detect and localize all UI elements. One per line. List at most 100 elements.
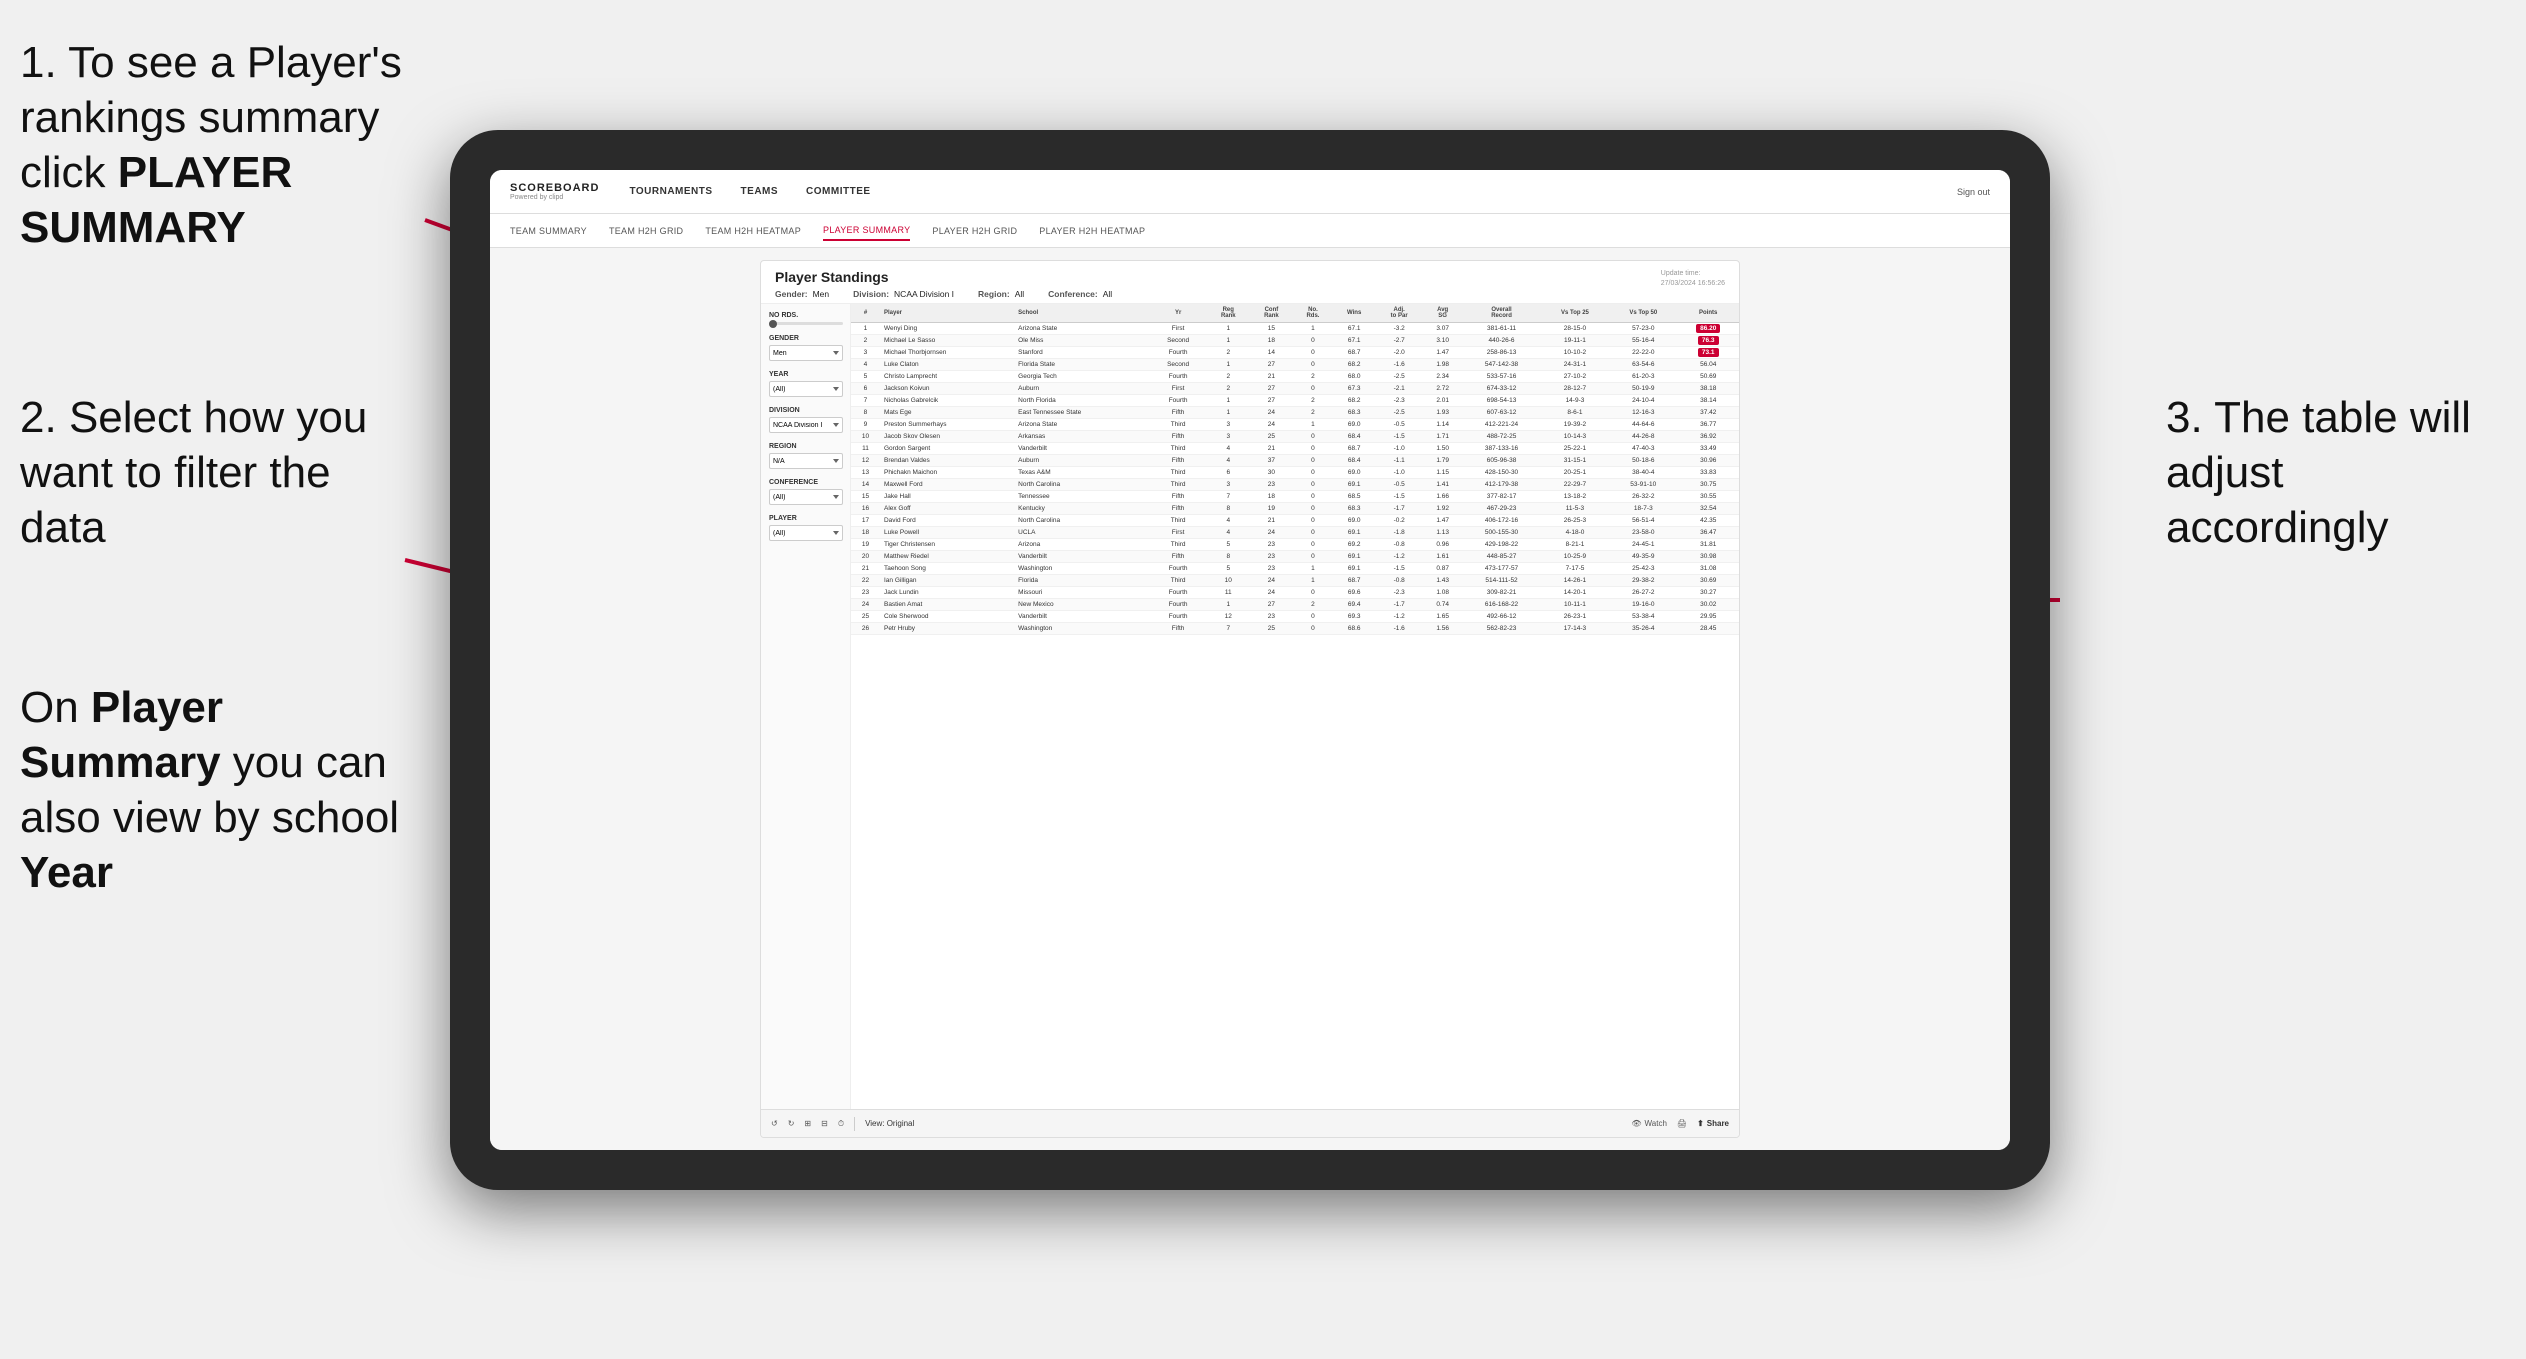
print-btn[interactable]: 🖨 bbox=[1677, 1119, 1687, 1128]
cell-conf-rank: 18 bbox=[1250, 491, 1293, 503]
cell-reg-rank: 3 bbox=[1207, 419, 1250, 431]
nav-item-tournaments[interactable]: TOURNAMENTS bbox=[629, 182, 712, 201]
sub-nav-team-summary[interactable]: TEAM SUMMARY bbox=[510, 222, 587, 240]
col-player: Player bbox=[880, 304, 1014, 323]
cell-reg-rank: 1 bbox=[1207, 359, 1250, 371]
cell-yr: Fourth bbox=[1150, 587, 1207, 599]
update-time: Update time: 27/03/2024 16:56:26 bbox=[1661, 269, 1725, 289]
sub-nav-team-h2h-grid[interactable]: TEAM H2H GRID bbox=[609, 222, 683, 240]
col-no-rds: No.Rds. bbox=[1293, 304, 1333, 323]
cell-reg-rank: 5 bbox=[1207, 563, 1250, 575]
cell-vs50: 26-27-2 bbox=[1609, 587, 1677, 599]
cell-wins: 69.1 bbox=[1333, 479, 1375, 491]
cell-vs50: 35-26-4 bbox=[1609, 623, 1677, 635]
cell-rank: 9 bbox=[851, 419, 880, 431]
cell-vs25: 8-6-1 bbox=[1541, 407, 1609, 419]
filter-conference: Conference: All bbox=[1048, 289, 1112, 299]
cell-vs50: 24-10-4 bbox=[1609, 395, 1677, 407]
filter-division: Division: NCAA Division I bbox=[853, 289, 954, 299]
watch-btn[interactable]: 👁 Watch bbox=[1631, 1119, 1667, 1128]
annotation-number-1: 1. bbox=[20, 38, 57, 87]
cell-school: Tennessee bbox=[1014, 491, 1149, 503]
year-select[interactable]: (All) First Second Third Fourth Fifth bbox=[769, 381, 843, 397]
cell-player: Petr Hruby bbox=[880, 623, 1014, 635]
cell-rank: 15 bbox=[851, 491, 880, 503]
cell-wins: 69.3 bbox=[1333, 611, 1375, 623]
cell-vs25: 14-20-1 bbox=[1541, 587, 1609, 599]
annotation-bold-year: Year bbox=[20, 848, 113, 897]
cell-vs25: 10-11-1 bbox=[1541, 599, 1609, 611]
cell-yr: Fourth bbox=[1150, 599, 1207, 611]
cell-rds: 0 bbox=[1293, 443, 1333, 455]
cell-wins: 69.0 bbox=[1333, 467, 1375, 479]
cell-adj: -1.5 bbox=[1375, 431, 1423, 443]
cell-vs50: 56-51-4 bbox=[1609, 515, 1677, 527]
cell-adj: -2.1 bbox=[1375, 383, 1423, 395]
nav-sign-out[interactable]: Sign out bbox=[1957, 187, 1990, 197]
cell-rank: 7 bbox=[851, 395, 880, 407]
cell-overall: 467-29-23 bbox=[1462, 503, 1541, 515]
cell-wins: 68.2 bbox=[1333, 359, 1375, 371]
cell-school: New Mexico bbox=[1014, 599, 1149, 611]
cell-reg-rank: 7 bbox=[1207, 491, 1250, 503]
cell-school: Arkansas bbox=[1014, 431, 1149, 443]
clock-btn[interactable]: ⏱ bbox=[838, 1119, 844, 1129]
cell-conf-rank: 30 bbox=[1250, 467, 1293, 479]
cell-yr: Second bbox=[1150, 335, 1207, 347]
cell-avg-sg: 1.92 bbox=[1423, 503, 1462, 515]
cell-avg-sg: 3.10 bbox=[1423, 335, 1462, 347]
cell-wins: 68.7 bbox=[1333, 575, 1375, 587]
redo-btn[interactable]: ↻ bbox=[788, 1119, 795, 1128]
cell-overall: 258-86-13 bbox=[1462, 347, 1541, 359]
player-select[interactable]: (All) bbox=[769, 525, 843, 541]
table-row: 7 Nicholas Gabrelcik North Florida Fourt… bbox=[851, 395, 1739, 407]
nav-item-teams[interactable]: TEAMS bbox=[741, 182, 779, 201]
nav-item-committee[interactable]: COMMITTEE bbox=[806, 182, 871, 201]
paste-btn[interactable]: ⊟ bbox=[821, 1119, 828, 1128]
cell-points: 31.08 bbox=[1677, 563, 1739, 575]
division-select[interactable]: NCAA Division I NCAA Division II NCAA Di… bbox=[769, 417, 843, 433]
cell-overall: 473-177-57 bbox=[1462, 563, 1541, 575]
cell-player: Wenyi Ding bbox=[880, 323, 1014, 335]
sub-nav-player-h2h-heatmap[interactable]: PLAYER H2H HEATMAP bbox=[1039, 222, 1145, 240]
no-rds-slider[interactable] bbox=[769, 322, 843, 325]
view-label[interactable]: View: Original bbox=[865, 1119, 914, 1128]
cell-vs25: 14-26-1 bbox=[1541, 575, 1609, 587]
cell-vs25: 8-21-1 bbox=[1541, 539, 1609, 551]
conference-select[interactable]: (All) bbox=[769, 489, 843, 505]
cell-points: 30.96 bbox=[1677, 455, 1739, 467]
cell-adj: -1.5 bbox=[1375, 563, 1423, 575]
cell-avg-sg: 3.07 bbox=[1423, 323, 1462, 335]
filter-conference-label: Conference: bbox=[1048, 289, 1098, 299]
cell-overall: 428-150-30 bbox=[1462, 467, 1541, 479]
cell-vs50: 47-40-3 bbox=[1609, 443, 1677, 455]
cell-adj: -1.8 bbox=[1375, 527, 1423, 539]
table-row: 5 Christo Lamprecht Georgia Tech Fourth … bbox=[851, 371, 1739, 383]
cell-rank: 13 bbox=[851, 467, 880, 479]
standings-card: Player Standings Gender: Men Division: N… bbox=[760, 260, 1740, 1138]
cell-player: Alex Goff bbox=[880, 503, 1014, 515]
sub-nav-player-h2h-grid[interactable]: PLAYER H2H GRID bbox=[932, 222, 1017, 240]
table-row: 4 Luke Claton Florida State Second 1 27 … bbox=[851, 359, 1739, 371]
cell-reg-rank: 4 bbox=[1207, 443, 1250, 455]
cell-school: Kentucky bbox=[1014, 503, 1149, 515]
cell-player: Tiger Christensen bbox=[880, 539, 1014, 551]
gender-label: Gender bbox=[769, 335, 842, 342]
cell-overall: 514-111-52 bbox=[1462, 575, 1541, 587]
share-btn[interactable]: ⬆ Share bbox=[1697, 1119, 1729, 1128]
gender-select[interactable]: Men Women bbox=[769, 345, 843, 361]
cell-overall: 607-63-12 bbox=[1462, 407, 1541, 419]
cell-yr: Fourth bbox=[1150, 563, 1207, 575]
copy-btn[interactable]: ⊞ bbox=[804, 1119, 811, 1128]
region-select[interactable]: N/A All bbox=[769, 453, 843, 469]
nav-right: Sign out bbox=[1957, 187, 1990, 197]
cell-school: Vanderbilt bbox=[1014, 551, 1149, 563]
cell-avg-sg: 1.47 bbox=[1423, 347, 1462, 359]
sub-nav-team-h2h-heatmap[interactable]: TEAM H2H HEATMAP bbox=[705, 222, 801, 240]
cell-rank: 8 bbox=[851, 407, 880, 419]
table-area[interactable]: # Player School Yr RegRank ConfRank No.R… bbox=[851, 304, 1739, 1109]
cell-vs25: 10-25-9 bbox=[1541, 551, 1609, 563]
undo-btn[interactable]: ↺ bbox=[771, 1119, 778, 1128]
sub-nav-player-summary[interactable]: PLAYER SUMMARY bbox=[823, 221, 910, 241]
conference-label: Conference bbox=[769, 479, 842, 486]
